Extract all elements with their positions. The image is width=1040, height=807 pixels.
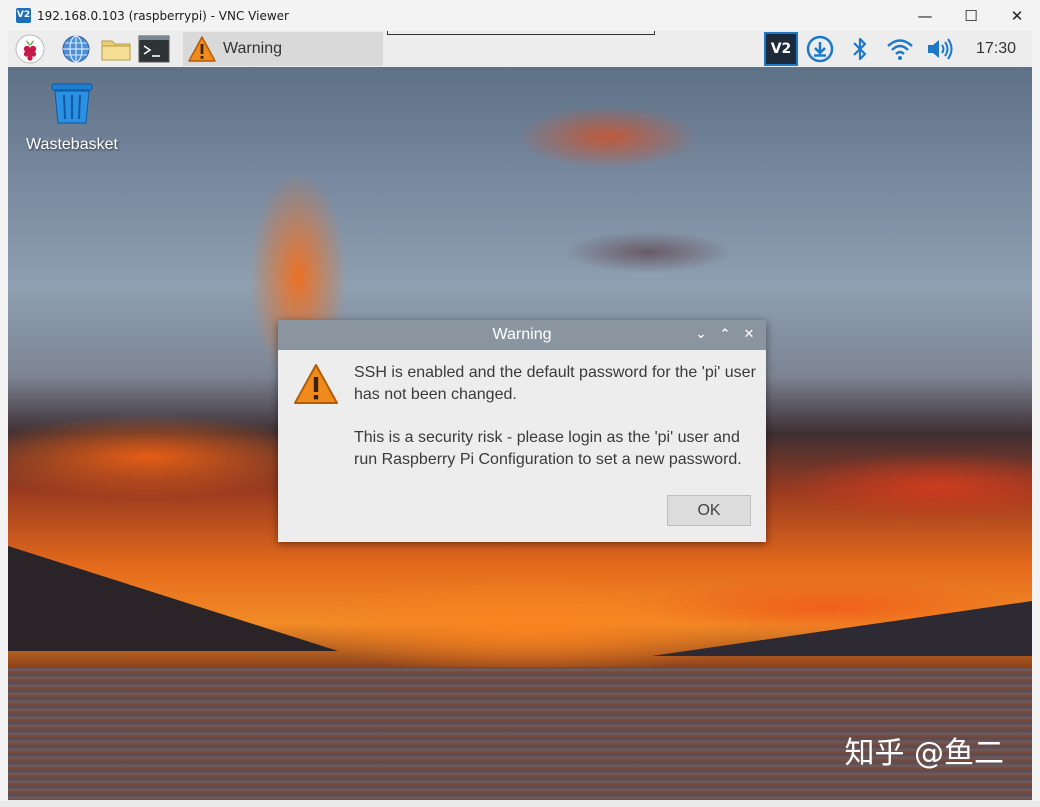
- taskbar-spacer: [387, 31, 655, 35]
- taskbar-task-warning[interactable]: Warning: [183, 32, 383, 66]
- clock[interactable]: 17:30: [976, 31, 1016, 67]
- volume-icon[interactable]: [924, 34, 956, 64]
- warning-dialog: Warning ⌄ ⌃ ✕ SSH is enabled and the def…: [278, 320, 766, 542]
- dialog-message-line1: SSH is enabled and the default password …: [354, 364, 756, 403]
- vnc-app-icon: V2: [16, 8, 31, 23]
- desktop-icon-wastebasket[interactable]: Wastebasket: [22, 81, 122, 154]
- dialog-maximize-button[interactable]: ⌃: [716, 326, 734, 344]
- ok-button[interactable]: OK: [667, 495, 751, 526]
- warning-icon: [187, 35, 217, 63]
- dialog-titlebar[interactable]: Warning ⌄ ⌃ ✕: [278, 320, 766, 350]
- remote-desktop[interactable]: Warning V2 17:30 Wastebasket Warning ⌄ ⌃…: [8, 31, 1032, 800]
- bluetooth-icon[interactable]: [844, 34, 876, 64]
- dialog-message: SSH is enabled and the default password …: [354, 362, 758, 492]
- folder-icon[interactable]: [100, 34, 132, 64]
- globe-icon[interactable]: [60, 34, 92, 64]
- download-icon[interactable]: [804, 34, 836, 64]
- vnc-icon[interactable]: V2: [764, 32, 798, 66]
- minimize-button[interactable]: —: [902, 0, 948, 31]
- dialog-message-line2: This is a security risk - please login a…: [354, 429, 742, 468]
- wastebasket-icon: [22, 81, 122, 130]
- vnc-tray-label: V2: [770, 41, 792, 57]
- raspberry-icon[interactable]: [14, 34, 46, 64]
- wallpaper-mountain-right: [652, 601, 1032, 656]
- terminal-icon[interactable]: [138, 34, 170, 64]
- vnc-window-titlebar: V2 192.168.0.103 (raspberrypi) - VNC Vie…: [0, 0, 1040, 31]
- warning-icon: [292, 362, 340, 411]
- wifi-icon[interactable]: [884, 34, 916, 64]
- wastebasket-label: Wastebasket: [26, 136, 118, 153]
- window-controls: — ☐ ✕: [902, 0, 1040, 31]
- window-border-left: [0, 31, 8, 801]
- watermark: 知乎 @鱼二: [844, 736, 1004, 771]
- maximize-button[interactable]: ☐: [948, 0, 994, 31]
- taskbar: Warning V2 17:30: [8, 31, 1032, 67]
- close-button[interactable]: ✕: [994, 0, 1040, 31]
- taskbar-task-label: Warning: [223, 40, 282, 57]
- dialog-close-button[interactable]: ✕: [740, 326, 758, 344]
- dialog-minimize-button[interactable]: ⌄: [692, 326, 710, 344]
- window-title: 192.168.0.103 (raspberrypi) - VNC Viewer: [37, 8, 289, 23]
- window-border-right: [1032, 31, 1040, 801]
- wallpaper-mountain-left: [8, 546, 338, 651]
